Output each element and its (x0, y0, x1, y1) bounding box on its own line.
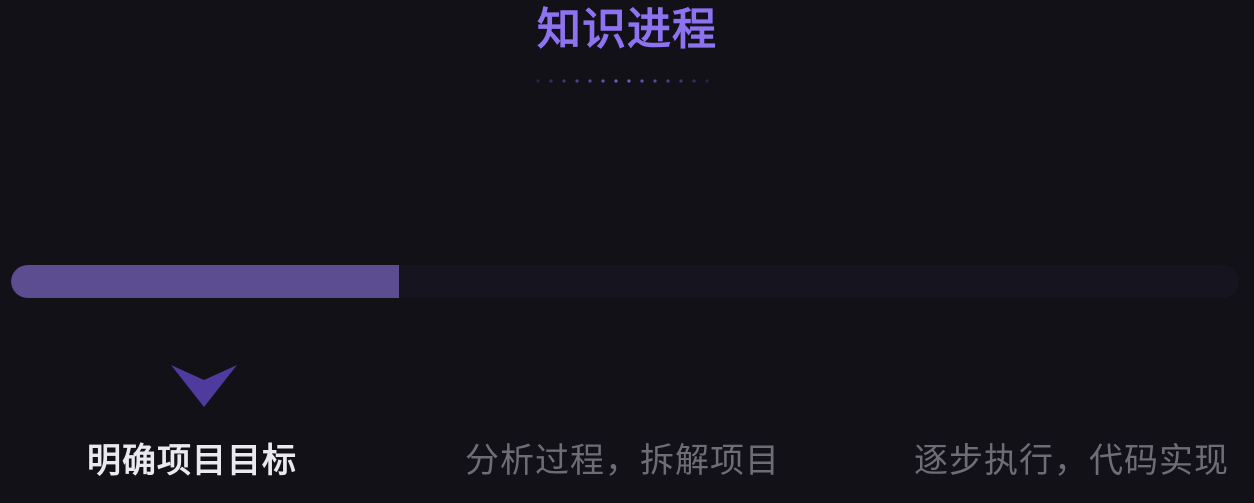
step-define-goal[interactable]: 明确项目目标 (87, 438, 297, 484)
dotted-divider-icon (536, 79, 709, 83)
title-dotted-divider (534, 79, 714, 83)
current-step-marker (171, 365, 237, 407)
chevron-down-icon (171, 365, 237, 407)
progress-track (11, 265, 1239, 298)
progress-fill (11, 265, 400, 298)
page-title: 知识进程 (537, 4, 717, 55)
step-execute-code[interactable]: 逐步执行，代码实现 (914, 438, 1229, 484)
step-analyze-breakdown[interactable]: 分析过程，拆解项目 (465, 438, 780, 484)
